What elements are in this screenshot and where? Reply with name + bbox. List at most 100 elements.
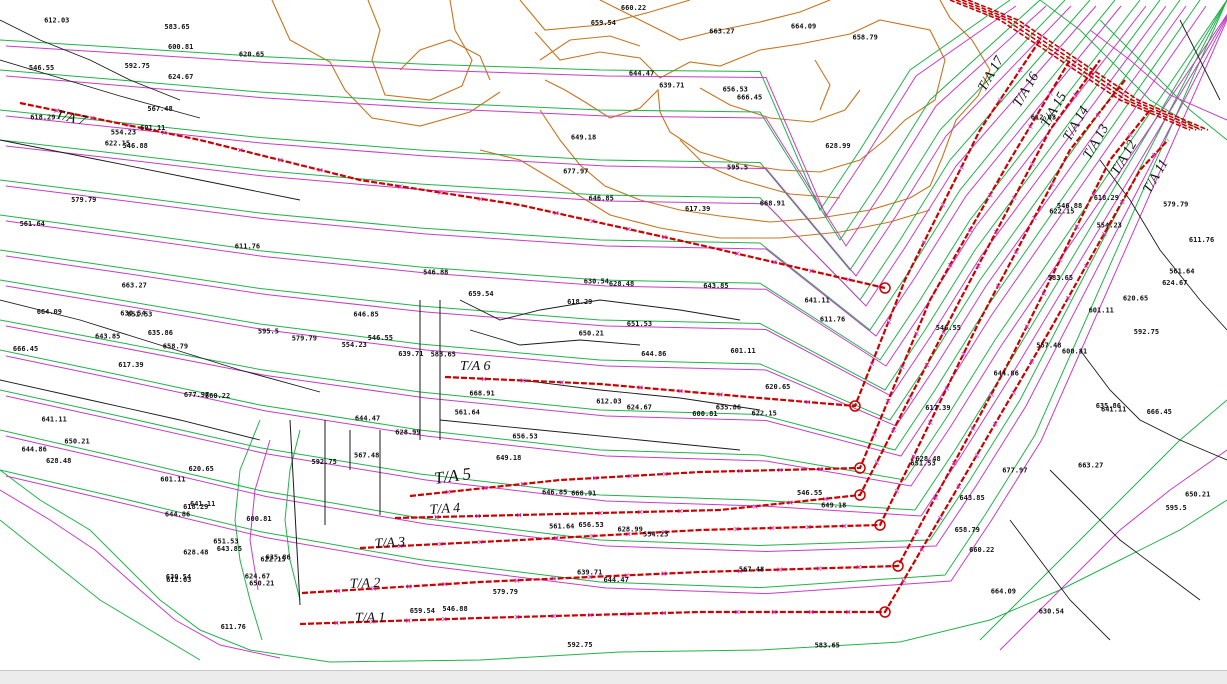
elevation-label: 618.29 [567,298,592,306]
elevation-label: 592.75 [1134,328,1159,336]
elevation-label: 646.85 [589,194,614,202]
station-marker: ✕ [734,250,741,259]
station-marker: ✕ [1029,357,1036,366]
elevation-label: 644.47 [629,70,654,78]
elevation-label: 561.64 [455,409,480,417]
station-marker: ✕ [441,615,448,624]
station-marker: ✕ [841,522,848,531]
status-bar [0,670,1227,684]
station-marker: ✕ [900,577,907,586]
elevation-label: 592.75 [125,62,150,70]
contour-line-green [284,429,301,601]
survey-line-label: T/A 2 [350,576,381,592]
elevation-label: 666.45 [13,345,38,353]
station-marker: ✕ [482,484,489,493]
elevation-label: 635.86 [716,404,741,412]
station-marker: ✕ [237,146,244,155]
contour-line-green [0,519,201,661]
station-marker: ✕ [921,239,928,248]
station-marker: ✕ [845,608,852,617]
elevation-label: 567.48 [147,105,172,113]
elevation-label: 601.11 [140,124,165,132]
elevation-label: 592.75 [567,641,592,649]
elevation-label: 583.65 [431,351,456,359]
contour-line-magenta [5,5,1147,367]
station-marker: ✕ [333,619,340,628]
station-marker: ✕ [660,570,667,579]
station-marker: ✕ [955,483,962,492]
elevation-label: 641.11 [42,416,67,424]
station-marker: ✕ [397,182,404,191]
station-marker: ✕ [589,217,596,226]
station-marker: ✕ [437,189,444,198]
station-marker: ✕ [1029,160,1036,169]
elevation-label: 624.67 [1162,279,1187,287]
station-marker: ✕ [970,425,977,434]
station-marker: ✕ [927,419,934,428]
cad-drawing-viewport[interactable]: ✕ ✕ ✕ ✕ ✕ ✕ ✕ ✕ ✕ ✕ ✕ ✕ ✕ ✕ ✕ ✕ ✕ ✕ ✕ ✕ ✕ ✕ ✕ ✕ ✕ ✕ ✕ ✕ ✕ ✕ ✕ ✕ ✕ ✕ ✕ ✕ ✕ ✕ ✕ ✕… [0,0,1227,684]
elevation-label: 663.27 [709,28,734,36]
station-marker: ✕ [951,459,958,468]
elevation-label: 668.91 [571,489,596,497]
elevation-label: 554.23 [643,530,668,538]
elevation-label: 666.45 [737,94,762,102]
elevation-label: 639.71 [398,350,423,358]
station-marker: ✕ [553,534,560,543]
station-marker: ✕ [944,384,951,393]
station-marker: ✕ [988,390,995,399]
station-marker: ✕ [960,350,967,359]
elevation-label: 617.39 [925,404,950,412]
station-marker: ✕ [992,420,999,429]
elevation-label: 660.22 [969,546,994,554]
elevation-label: 668.91 [469,390,494,398]
station-marker: ✕ [553,209,560,218]
elevation-label: 641.11 [190,500,215,508]
station-marker: ✕ [89,114,96,123]
elevation-label: 658.79 [163,343,188,351]
station-marker: ✕ [587,611,594,620]
station-marker: ✕ [997,96,1004,105]
elevation-label: 546.88 [442,605,467,613]
elevation-label: 601.11 [1089,306,1114,314]
station-marker: ✕ [975,262,982,271]
station-marker: ✕ [637,384,644,393]
elevation-label: 677.97 [184,391,209,399]
station-marker: ✕ [1101,230,1108,239]
station-marker: ✕ [907,394,914,403]
survey-line-bundle [949,0,1191,131]
elevation-label: 618.29 [30,113,55,121]
elevation-label: 579.79 [292,335,317,343]
elevation-label: 561.64 [1169,268,1194,276]
elevation-label: 664.09 [791,23,816,31]
elevation-label: 650.21 [1185,491,1210,499]
station-marker: ✕ [1011,194,1018,203]
elevation-label: 628.48 [609,280,634,288]
station-marker: ✕ [1072,91,1079,100]
elevation-label: 600.81 [168,43,193,51]
station-marker: ✕ [932,493,939,502]
station-marker: ✕ [520,480,527,489]
survey-line-label: T/A 6 [460,359,490,374]
elevation-label: 611.76 [221,623,246,631]
station-marker: ✕ [1074,223,1081,232]
elevation-label: 579.79 [1163,200,1188,208]
contour-line-green [0,0,1091,301]
elevation-label: 617.39 [685,205,710,213]
elevation-label: 650.21 [579,330,604,338]
station-marker: ✕ [805,523,812,532]
contour-line-green [0,0,1066,271]
elevation-label: 644.86 [22,446,47,454]
elevation-label: 546.55 [797,489,822,497]
elevation-label: 644.47 [355,414,380,422]
elevation-label: 649.18 [821,501,846,509]
elevation-label: 622.15 [1049,208,1074,216]
station-marker: ✕ [477,538,484,547]
elevation-label: 617.39 [118,361,143,369]
elevation-label: 664.09 [991,587,1016,595]
station-marker: ✕ [817,465,824,474]
elevation-label: 600.81 [1062,347,1087,355]
station-marker: ✕ [592,474,599,483]
elevation-label: 554.23 [1097,222,1122,230]
elevation-label: 635.86 [148,329,173,337]
elevation-label: 583.65 [164,23,189,31]
